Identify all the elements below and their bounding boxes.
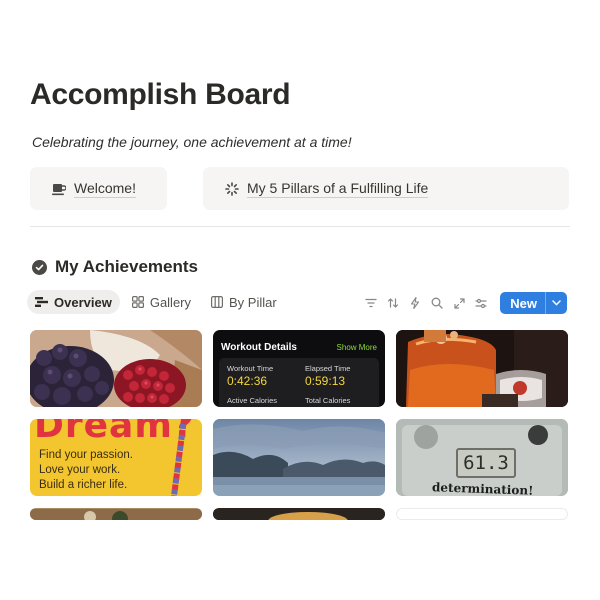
chevron-down-icon[interactable] bbox=[545, 292, 567, 314]
grid-icon bbox=[131, 296, 144, 308]
dream-line: Build a richer life. bbox=[39, 479, 128, 491]
scale-display: 61.3 bbox=[456, 448, 516, 478]
sort-icon[interactable] bbox=[382, 292, 404, 314]
settings-sliders-icon[interactable] bbox=[470, 292, 492, 314]
workout-time-label: Workout Time bbox=[227, 364, 274, 373]
card-lake[interactable] bbox=[213, 419, 385, 496]
card-food[interactable] bbox=[30, 330, 202, 407]
check-circle-icon bbox=[32, 259, 47, 275]
show-more-link: Show More bbox=[336, 343, 377, 352]
columns-icon bbox=[211, 296, 224, 308]
workout-time-value: 0:42:36 bbox=[227, 374, 268, 388]
welcome-callout[interactable]: Welcome! bbox=[30, 167, 167, 210]
pillars-link[interactable]: My 5 Pillars of a Fulfilling Life bbox=[247, 180, 429, 198]
card-partial-1[interactable] bbox=[30, 508, 202, 520]
food-image bbox=[30, 330, 202, 407]
drink-image bbox=[396, 330, 568, 407]
lake-image bbox=[213, 419, 385, 496]
tab-label: By Pillar bbox=[229, 294, 277, 310]
expand-icon[interactable] bbox=[448, 292, 470, 314]
card-drink[interactable] bbox=[396, 330, 568, 407]
scale-word: determination! bbox=[431, 480, 534, 496]
card-partial-2[interactable] bbox=[213, 508, 385, 520]
new-button[interactable]: New bbox=[500, 292, 567, 314]
card-dream[interactable]: Dream? Find your passion. Love your work… bbox=[30, 419, 202, 496]
section-title: My Achievements bbox=[55, 257, 198, 276]
tab-overview[interactable]: Overview bbox=[27, 290, 120, 314]
card-scale[interactable]: 61.3 determination! bbox=[396, 419, 568, 496]
dream-stripe-decor bbox=[171, 419, 187, 496]
section-heading: My Achievements bbox=[32, 257, 198, 277]
coffee-cup-icon bbox=[50, 180, 68, 198]
dream-line: Love your work. bbox=[39, 464, 121, 476]
page-title: Accomplish Board bbox=[30, 78, 291, 111]
card-partial-3[interactable] bbox=[396, 508, 568, 520]
elapsed-time-value: 0:59:13 bbox=[305, 374, 346, 388]
tab-gallery[interactable]: Gallery bbox=[124, 290, 199, 314]
elapsed-time-label: Elapsed Time bbox=[305, 364, 351, 373]
page-subtitle: Celebrating the journey, one achievement… bbox=[32, 134, 352, 150]
workout-panel: Workout Time 0:42:36 Elapsed Time 0:59:1… bbox=[219, 358, 379, 407]
toolbar: New bbox=[360, 292, 567, 314]
view-tabs: Overview Gallery By Pillar bbox=[27, 290, 289, 314]
dream-line: Find your passion. bbox=[39, 449, 133, 461]
card-workout[interactable]: Workout Details Show More Workout Time 0… bbox=[213, 330, 385, 407]
filter-icon[interactable] bbox=[360, 292, 382, 314]
dream-text: Find your passion. Love your work. Build… bbox=[39, 448, 133, 493]
total-calories-label: Total Calories bbox=[305, 396, 351, 405]
active-calories-label: Active Calories bbox=[227, 396, 278, 405]
lightning-icon[interactable] bbox=[404, 292, 426, 314]
tab-label: Overview bbox=[54, 294, 112, 310]
welcome-link[interactable]: Welcome! bbox=[74, 180, 136, 198]
partial-image bbox=[30, 509, 202, 520]
tab-label: Gallery bbox=[149, 294, 192, 310]
new-button-label[interactable]: New bbox=[500, 292, 545, 314]
loading-spinner-icon bbox=[223, 180, 241, 198]
partial-image bbox=[213, 509, 385, 520]
divider bbox=[30, 226, 570, 227]
pillars-callout[interactable]: My 5 Pillars of a Fulfilling Life bbox=[203, 167, 569, 210]
table-icon bbox=[35, 296, 48, 308]
tab-by-pillar[interactable]: By Pillar bbox=[203, 290, 285, 314]
workout-title: Workout Details bbox=[221, 342, 297, 353]
search-icon[interactable] bbox=[426, 292, 448, 314]
